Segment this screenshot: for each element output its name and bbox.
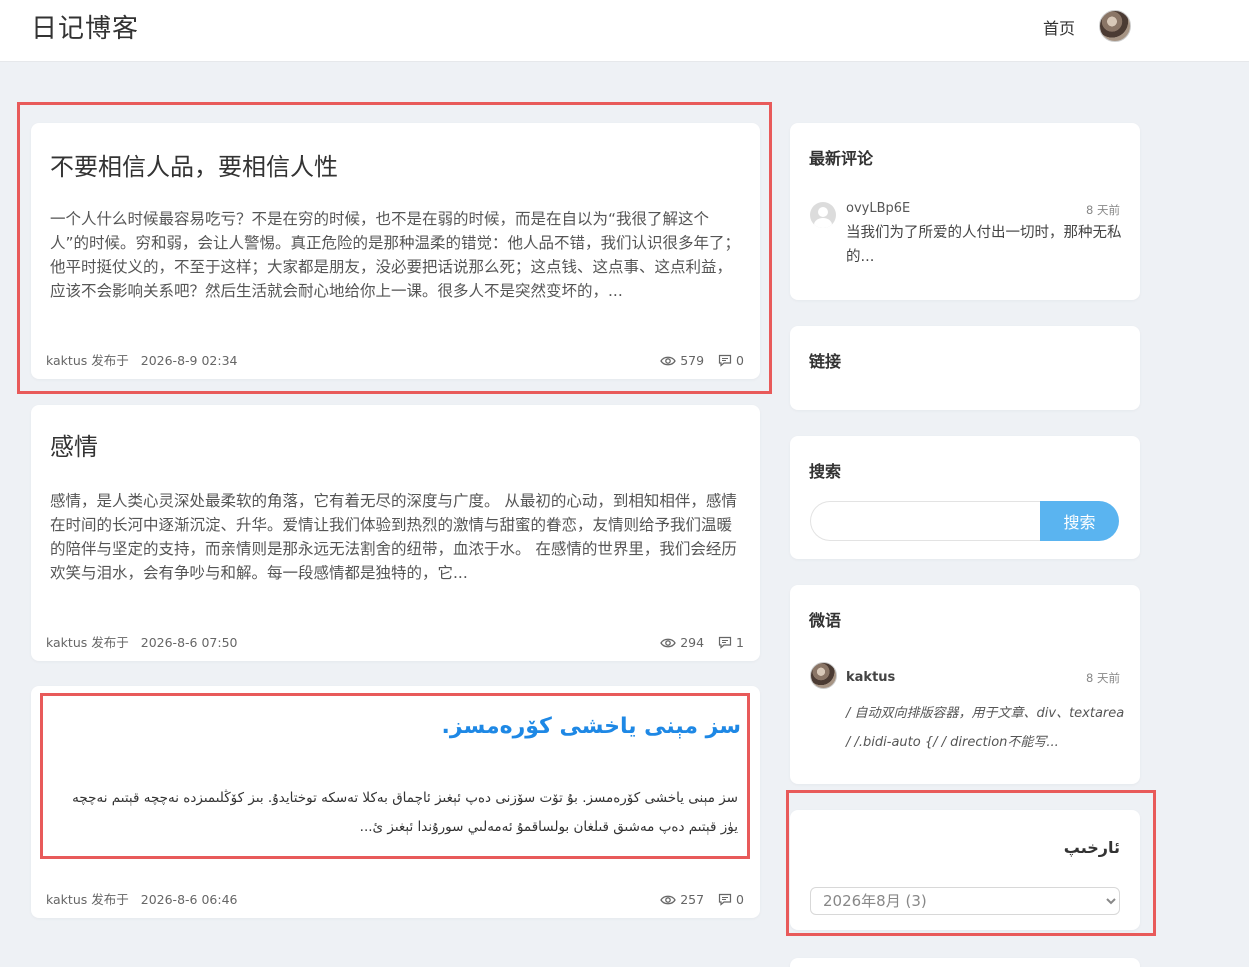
search-button[interactable]: 搜索 [1040,501,1119,541]
comment-text[interactable]: 当我们为了所爱的人付出一切时，那种无私的... [846,221,1130,269]
weiyu-user[interactable]: kaktus [846,670,895,685]
widget-title: 链接 [809,352,842,371]
comment-count-value: 0 [736,353,744,368]
widget-title: 最新评论 [809,149,874,168]
eye-icon [660,356,676,365]
post-author[interactable]: kaktus [46,892,87,907]
post-excerpt: 感情，是人类心灵深处最柔软的角落，它有着无尽的深度与广度。 从最初的心动，到相知… [50,492,737,582]
weiyu-avatar [810,662,837,689]
post-date: 2026-8-9 02:34 [140,353,238,368]
post-card[interactable]: سز مېنى ياخشى كۆرەمسز. سز مېنى ياخشى كۆر… [31,686,760,918]
post-excerpt: 一个人什么时候最容易吃亏？不是在穷的时候，也不是在弱的时候，而是在自以为“我很了… [50,210,741,300]
view-count-value: 294 [680,635,705,650]
top-navbar: 日记博客 首页 [0,0,1249,62]
next-widget [790,958,1140,967]
commenter-name[interactable]: ovyLBp6E [846,201,910,216]
post-author[interactable]: kaktus [46,353,87,368]
comment-count-value: 1 [736,635,744,650]
view-count-value: 257 [680,892,705,907]
weiyu-widget: 微语 kaktus 8 天前 / 自动双向排版容器，用于文章、div、texta… [790,585,1140,784]
post-stats: 294 1 [660,635,744,650]
comment-count-value: 0 [736,892,744,907]
nav-home-link[interactable]: 首页 [1043,15,1075,39]
view-count: 257 [660,892,704,907]
post-title[interactable]: 不要相信人品，要相信人性 [50,147,338,182]
site-title[interactable]: 日记博客 [31,8,139,45]
widget-title: ئارخىپ [1063,838,1120,857]
comment-icon [718,893,732,906]
comment-icon [718,354,732,367]
post-date: 2026-8-6 06:46 [140,892,238,907]
archive-widget: ئارخىپ 2026年8月 (3) [790,810,1140,930]
post-meta: kaktus 发布于 2026-8-9 02:34 [46,350,238,369]
eye-icon [660,895,676,904]
commenter-avatar [810,202,836,228]
post-stats: 257 0 [660,892,744,907]
post-title[interactable]: سز مېنى ياخشى كۆرەمسز. [442,714,741,739]
eye-icon [660,638,676,647]
view-count: 579 [660,353,704,368]
post-meta: kaktus 发布于 2026-8-6 06:46 [46,889,238,908]
view-count-value: 579 [680,353,705,368]
post-published-label: 发布于 [91,353,129,368]
archive-select[interactable]: 2026年8月 (3) [810,887,1120,915]
comment-count: 0 [718,892,744,907]
widget-title: 微语 [809,611,842,630]
weiyu-time: 8 天前 [1086,671,1120,685]
post-date: 2026-8-6 07:50 [140,635,238,650]
post-published-label: 发布于 [91,892,129,907]
view-count: 294 [660,635,704,650]
post-stats: 579 0 [660,353,744,368]
post-excerpt: سز مېنى ياخشى كۆرەمسز. بۇ تۆت سۆزنى دەپ … [72,790,738,835]
weiyu-text[interactable]: / 自动双向排版容器，用于文章、div、textarea / /.bidi-au… [846,699,1130,757]
user-avatar[interactable] [1099,10,1131,42]
search-widget: 搜索 搜索 [790,436,1140,559]
post-card[interactable]: 感情 感情，是人类心灵深处最柔软的角落，它有着无尽的深度与广度。 从最初的心动，… [31,405,760,661]
post-meta: kaktus 发布于 2026-8-6 07:50 [46,632,238,651]
links-widget: 链接 [790,326,1140,410]
comment-icon [718,636,732,649]
post-published-label: 发布于 [91,635,129,650]
comment-count: 1 [718,635,744,650]
post-title[interactable]: 感情 [50,427,98,462]
comment-count: 0 [718,353,744,368]
post-author[interactable]: kaktus [46,635,87,650]
comment-time: 8 天前 [1086,203,1120,217]
latest-comments-widget: 最新评论 ovyLBp6E 8 天前 当我们为了所爱的人付出一切时，那种无私的.… [790,123,1140,300]
search-input[interactable] [810,501,1060,541]
post-card[interactable]: 不要相信人品，要相信人性 一个人什么时候最容易吃亏？不是在穷的时候，也不是在弱的… [31,123,760,379]
widget-title: 搜索 [809,462,842,481]
